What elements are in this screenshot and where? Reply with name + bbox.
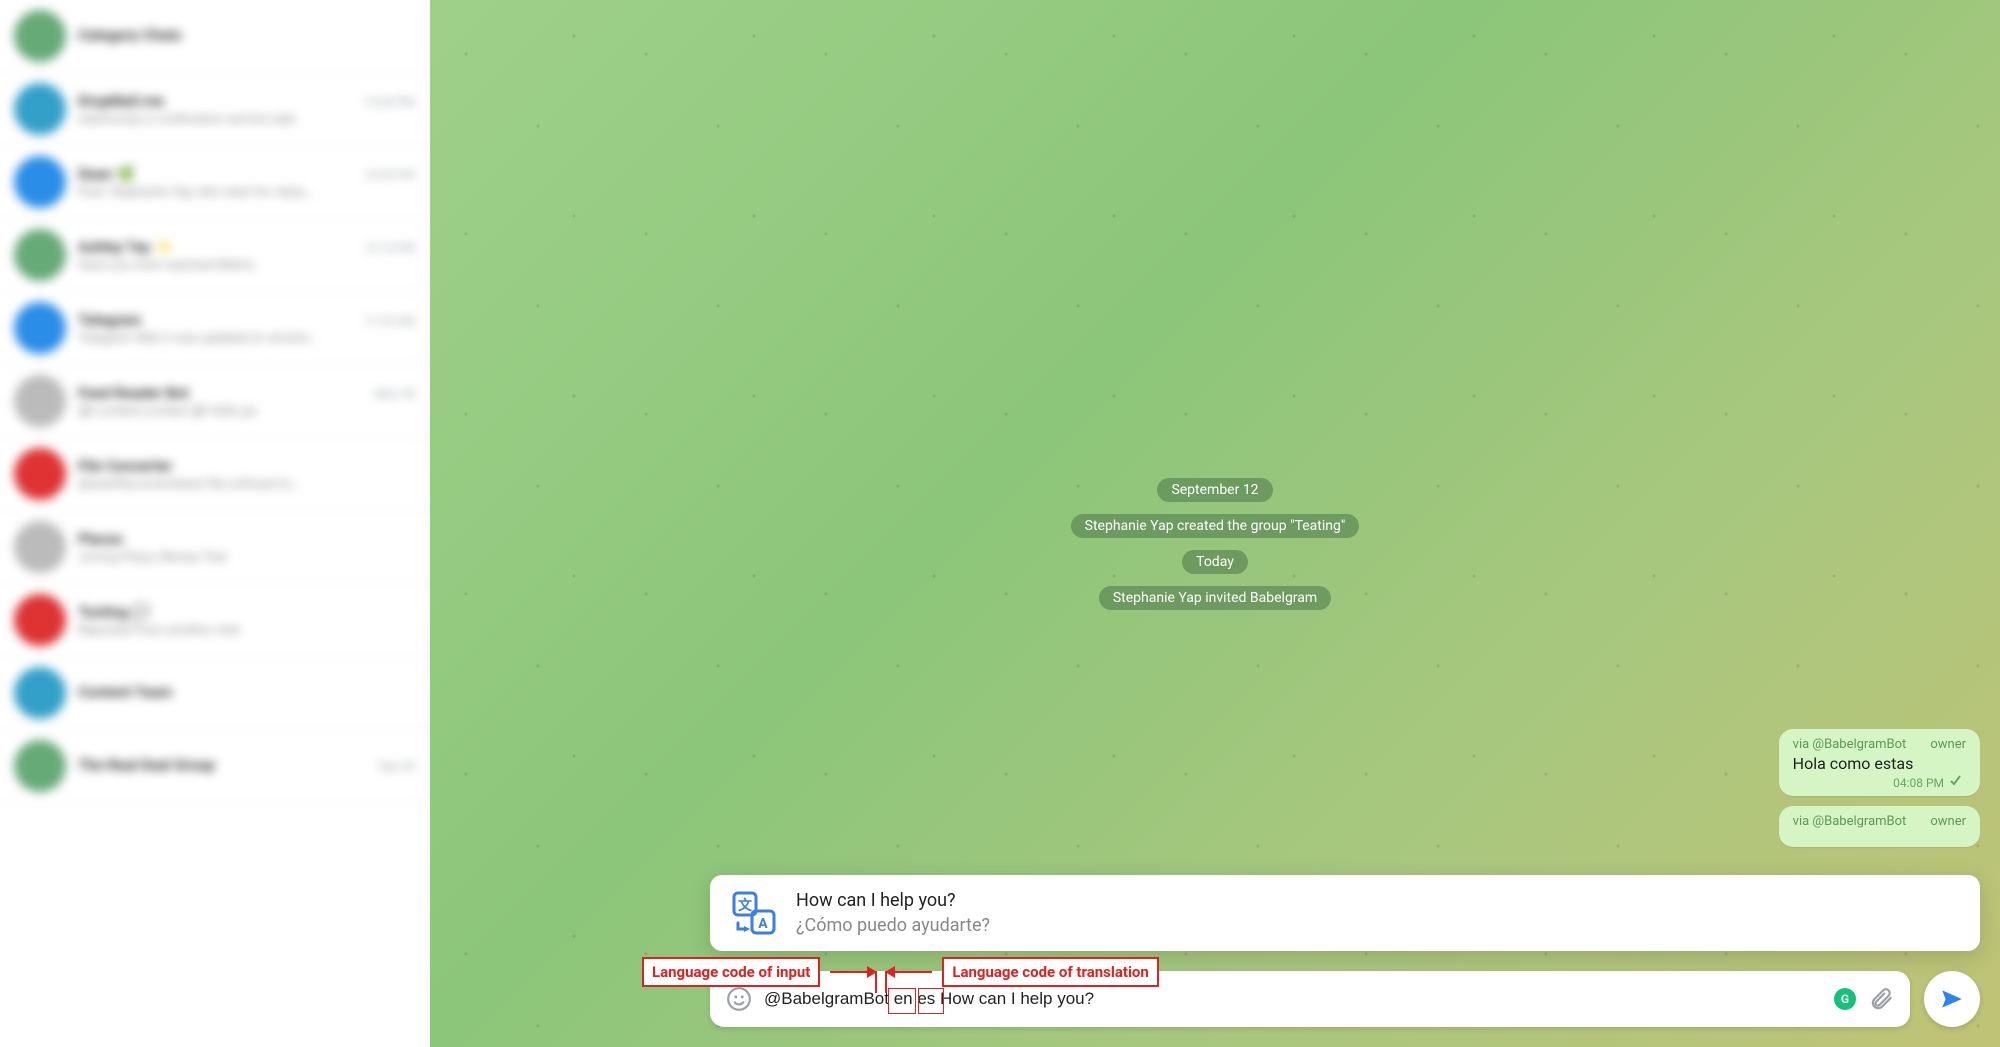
inline-suggestion[interactable]: 文 A How can I help you? ¿Cómo puedo ayud… (710, 875, 1980, 951)
chat-name: Telegram (78, 311, 141, 329)
svg-text:文: 文 (738, 897, 753, 914)
avatar (14, 667, 66, 719)
role-label: owner (1930, 737, 1966, 752)
emoji-icon[interactable] (726, 986, 752, 1012)
via-label: via @BabelgramBot (1793, 737, 1907, 752)
system-message: Stephanie Yap created the group "Teating… (1071, 514, 1360, 538)
chat-list-item[interactable]: Ashley Tay ✨ 12:16 PM Have you even watc… (0, 219, 429, 292)
chat-name: DropMail.me (78, 92, 164, 110)
suggestion-translation: ¿Cómo puedo ayudarte? (796, 915, 990, 936)
avatar (14, 83, 66, 135)
chat-list-item[interactable]: Feed Reader Bot Mon 30 📰 content.context… (0, 365, 429, 438)
chat-preview: Reposted from another chat (78, 623, 415, 638)
message-bubble[interactable]: via @BabelgramBot owner Hola como estas … (1779, 729, 1980, 796)
chat-list-item[interactable]: Content Team (0, 657, 429, 730)
chat-name: Feed Reader Bot (78, 384, 189, 402)
chat-list-item[interactable]: The Real Deal Group Sep 28 (0, 730, 429, 803)
chat-list-item[interactable]: Category Chats (0, 0, 429, 73)
suggestion-source: How can I help you? (796, 890, 990, 911)
chat-name: Dean 🌿 (78, 165, 135, 183)
avatar (14, 448, 66, 500)
chat-name: Content Team (78, 683, 172, 701)
avatar (14, 594, 66, 646)
chat-time: Sep 28 (378, 759, 415, 773)
avatar (14, 156, 66, 208)
chat-time: Mon 30 (375, 387, 415, 401)
chat-list-item[interactable]: DropMail.me 10:54 PM webmoney.ru notific… (0, 73, 429, 146)
message-time: 04:08 PM (1893, 776, 1944, 790)
chat-list-item[interactable]: Testing 💬 Reposted from another chat (0, 584, 429, 657)
attach-icon[interactable] (1868, 986, 1894, 1012)
avatar (14, 302, 66, 354)
chat-name: Ashley Tay ✨ (78, 238, 173, 256)
chat-name: The Real Deal Group (78, 756, 215, 774)
message-bubble[interactable]: via @BabelgramBot owner (1779, 806, 1980, 847)
chat-preview: Jurong Plaza, Money Tree (78, 550, 415, 565)
chat-preview: Telegram Web 2 was updated to version… (78, 331, 415, 346)
chat-list-item[interactable]: Places Jurong Plaza, Money Tree (0, 511, 429, 584)
system-message: Stephanie Yap invited Babelgram (1099, 586, 1331, 610)
translate-icon: 文 A (730, 889, 778, 937)
chat-list-item[interactable]: Dean 🌿 10:50 PM Psst: Stephanie Yap, let… (0, 146, 429, 219)
avatar (14, 740, 66, 792)
send-button[interactable] (1924, 971, 1980, 1027)
avatar (14, 521, 66, 573)
chat-name: Testing 💬 (78, 603, 151, 621)
svg-text:A: A (758, 916, 768, 932)
chat-preview: Have you even watched Matrix (78, 258, 415, 273)
role-label: owner (1930, 814, 1966, 829)
message-input[interactable] (764, 989, 1822, 1009)
message-composer[interactable] (710, 971, 1910, 1027)
chat-preview: Psst: Stephanie Yap, let's start for cla… (78, 185, 415, 200)
chat-time: 12:16 PM (364, 241, 415, 255)
message-text: Hola como estas (1793, 754, 1966, 773)
date-pill: Today (1182, 550, 1248, 574)
avatar (14, 229, 66, 281)
via-label: via @BabelgramBot (1793, 814, 1907, 829)
chat-preview: webmoney.ru notification service sale (78, 112, 415, 127)
check-icon (1950, 775, 1966, 790)
chat-name: Places (78, 530, 123, 548)
chat-list-item[interactable]: File Converter @newfileconverterbot file… (0, 438, 429, 511)
chat-name: Category Chats (78, 26, 182, 44)
avatar (14, 10, 66, 62)
chat-area: September 12 Stephanie Yap created the g… (430, 0, 2000, 1047)
chat-preview: 📰 content.context 📰 hello.pa (78, 404, 415, 419)
composer-row (710, 971, 1980, 1027)
chat-preview: @newfileconverterbot file softcard to… (78, 477, 415, 492)
chat-time: 11:33 AM (364, 314, 415, 328)
date-pill: September 12 (1157, 478, 1272, 502)
avatar (14, 375, 66, 427)
chat-list-sidebar[interactable]: Category Chats DropMail.me 10:54 PM webm… (0, 0, 430, 1047)
chat-time: 10:50 PM (364, 168, 415, 182)
outgoing-messages: via @BabelgramBot owner Hola como estas … (1779, 729, 1980, 847)
chat-list-item[interactable]: Telegram 11:33 AM Telegram Web 2 was upd… (0, 292, 429, 365)
chat-time: 10:54 PM (364, 95, 415, 109)
grammarly-icon[interactable] (1834, 988, 1856, 1010)
chat-name: File Converter (78, 457, 172, 475)
